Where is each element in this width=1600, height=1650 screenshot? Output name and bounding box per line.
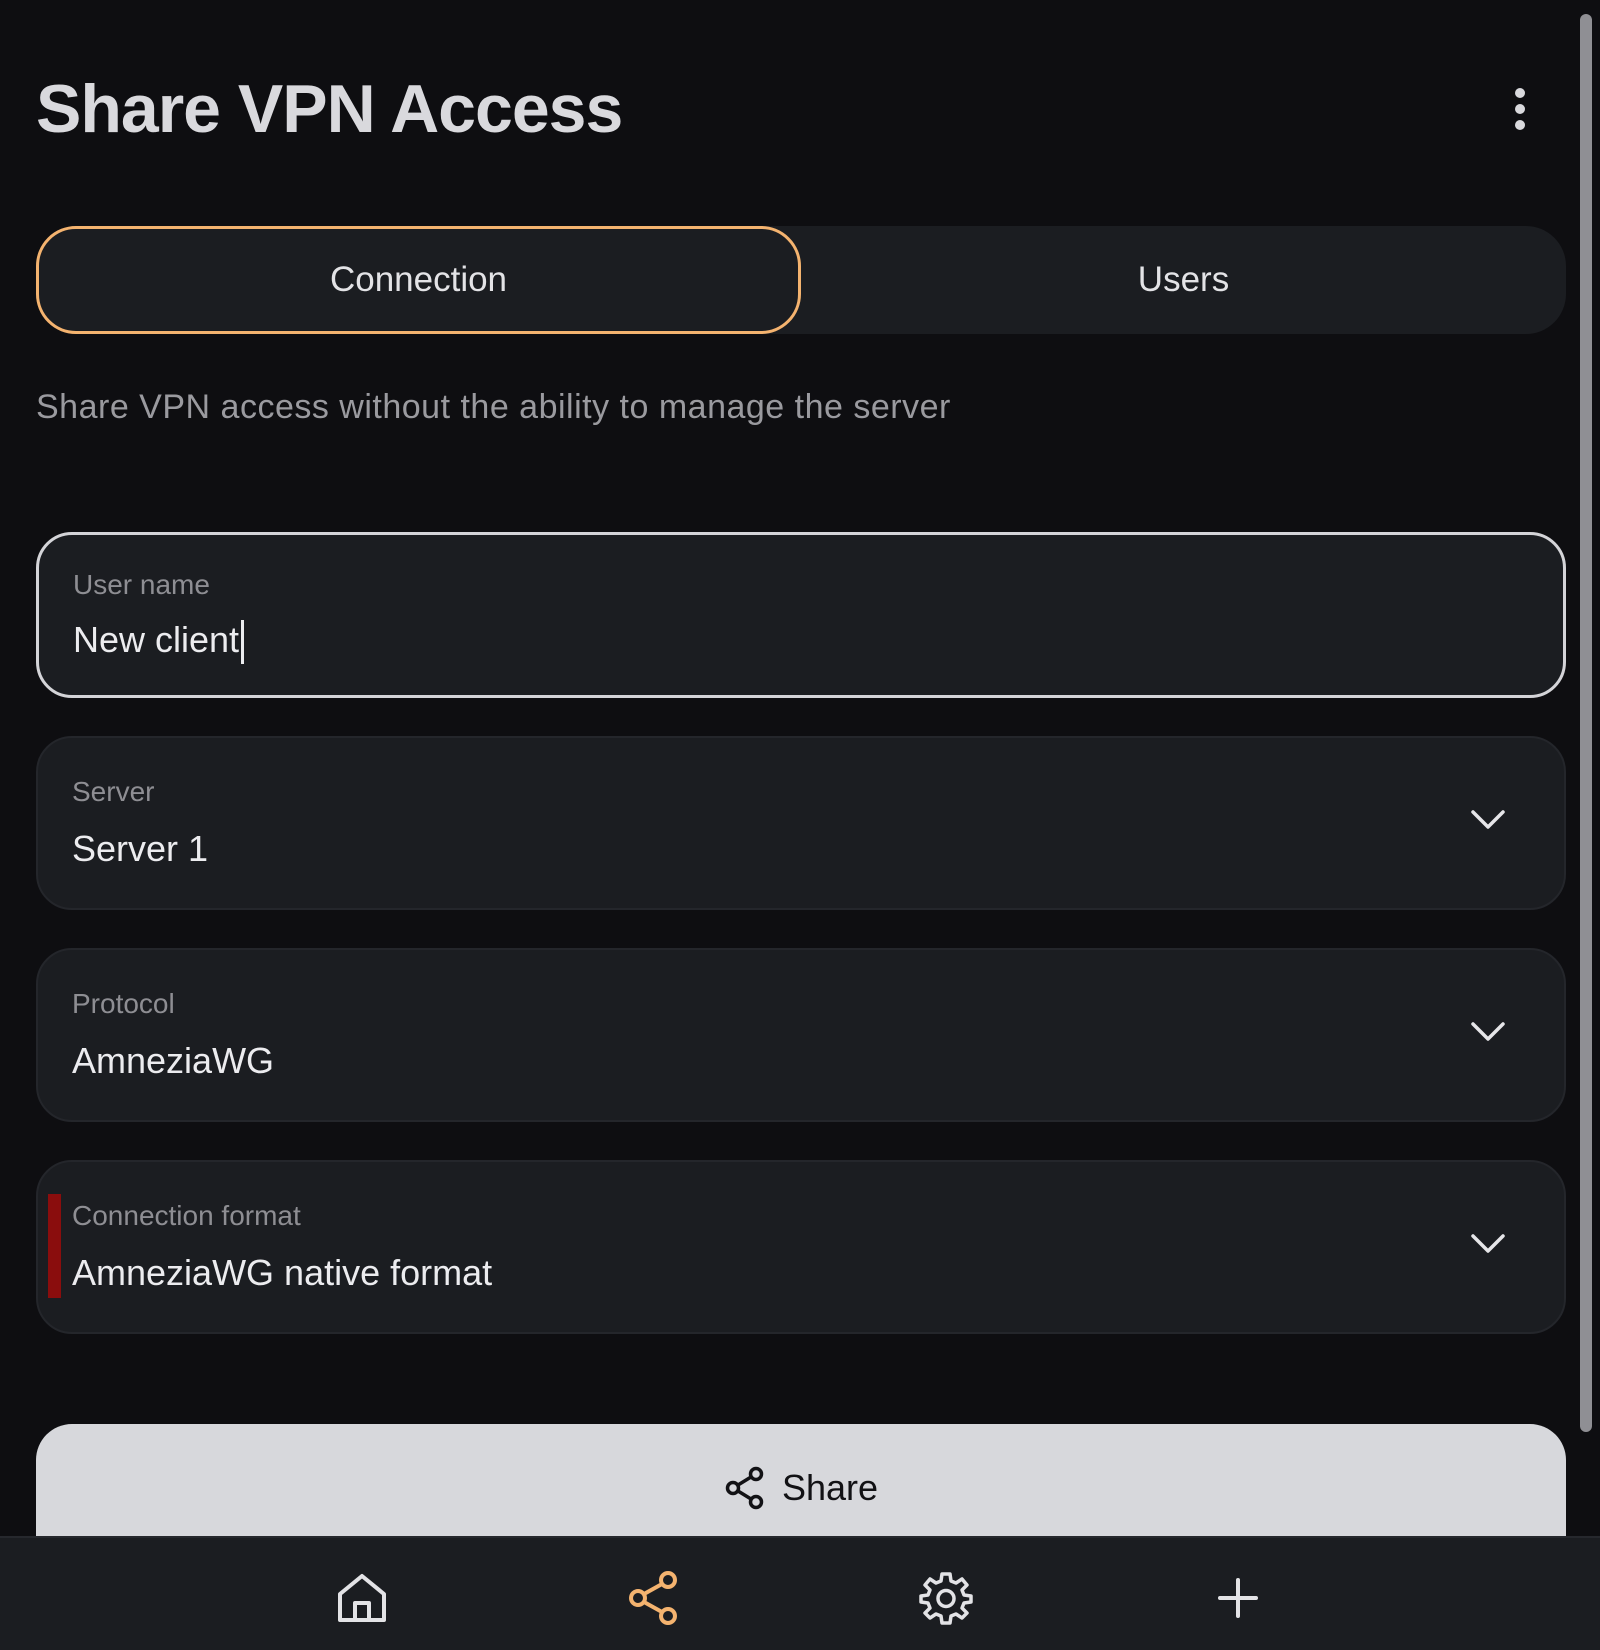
more-dot: [1515, 104, 1525, 114]
tab-users[interactable]: Users: [801, 226, 1566, 334]
nav-add[interactable]: [1210, 1570, 1266, 1626]
scrollbar[interactable]: [1580, 14, 1592, 1432]
share-icon: [725, 1466, 764, 1510]
text-caret: [241, 620, 245, 665]
more-vertical-icon[interactable]: [1500, 84, 1540, 134]
server-value: Server 1: [72, 828, 209, 869]
protocol-select[interactable]: Protocol AmneziaWG: [36, 948, 1566, 1122]
more-dot: [1515, 88, 1525, 98]
connection-format-label: Connection format: [72, 1200, 301, 1231]
connection-format-select[interactable]: Connection format AmneziaWG native forma…: [36, 1160, 1566, 1334]
share-button[interactable]: Share: [36, 1424, 1566, 1554]
page-title: Share VPN Access: [36, 71, 623, 147]
more-dot: [1515, 120, 1525, 130]
home-icon: [338, 1574, 386, 1622]
user-name-field[interactable]: User name New client: [36, 532, 1566, 698]
nav-home[interactable]: [334, 1570, 390, 1626]
description-text: Share VPN access without the ability to …: [36, 388, 951, 426]
nav-share[interactable]: [626, 1570, 682, 1626]
share-button-label: Share: [781, 1467, 879, 1508]
protocol-label: Protocol: [72, 988, 175, 1019]
share-vpn-page: Share VPN Access Connection Users Share …: [0, 0, 1600, 1650]
user-name-input[interactable]: New client: [73, 619, 239, 660]
gear-icon: [919, 1572, 973, 1625]
share-icon: [629, 1571, 677, 1625]
server-select[interactable]: Server Server 1: [36, 736, 1566, 910]
bottom-navigation: [0, 1536, 1600, 1650]
user-name-input-wrap[interactable]: New client: [73, 619, 245, 665]
error-indicator: [48, 1194, 61, 1298]
protocol-value: AmneziaWG: [72, 1040, 275, 1081]
tab-connection[interactable]: Connection: [36, 226, 801, 334]
user-name-label: User name: [73, 569, 210, 600]
plus-icon: [1218, 1578, 1258, 1618]
chevron-down-icon: [1471, 1234, 1505, 1253]
connection-format-value: AmneziaWG native format: [72, 1252, 493, 1293]
chevron-down-icon: [1471, 1022, 1505, 1041]
server-label: Server: [72, 776, 155, 807]
chevron-down-icon: [1471, 810, 1505, 829]
tab-bar: Connection Users: [36, 226, 1566, 334]
nav-settings[interactable]: [918, 1570, 974, 1626]
